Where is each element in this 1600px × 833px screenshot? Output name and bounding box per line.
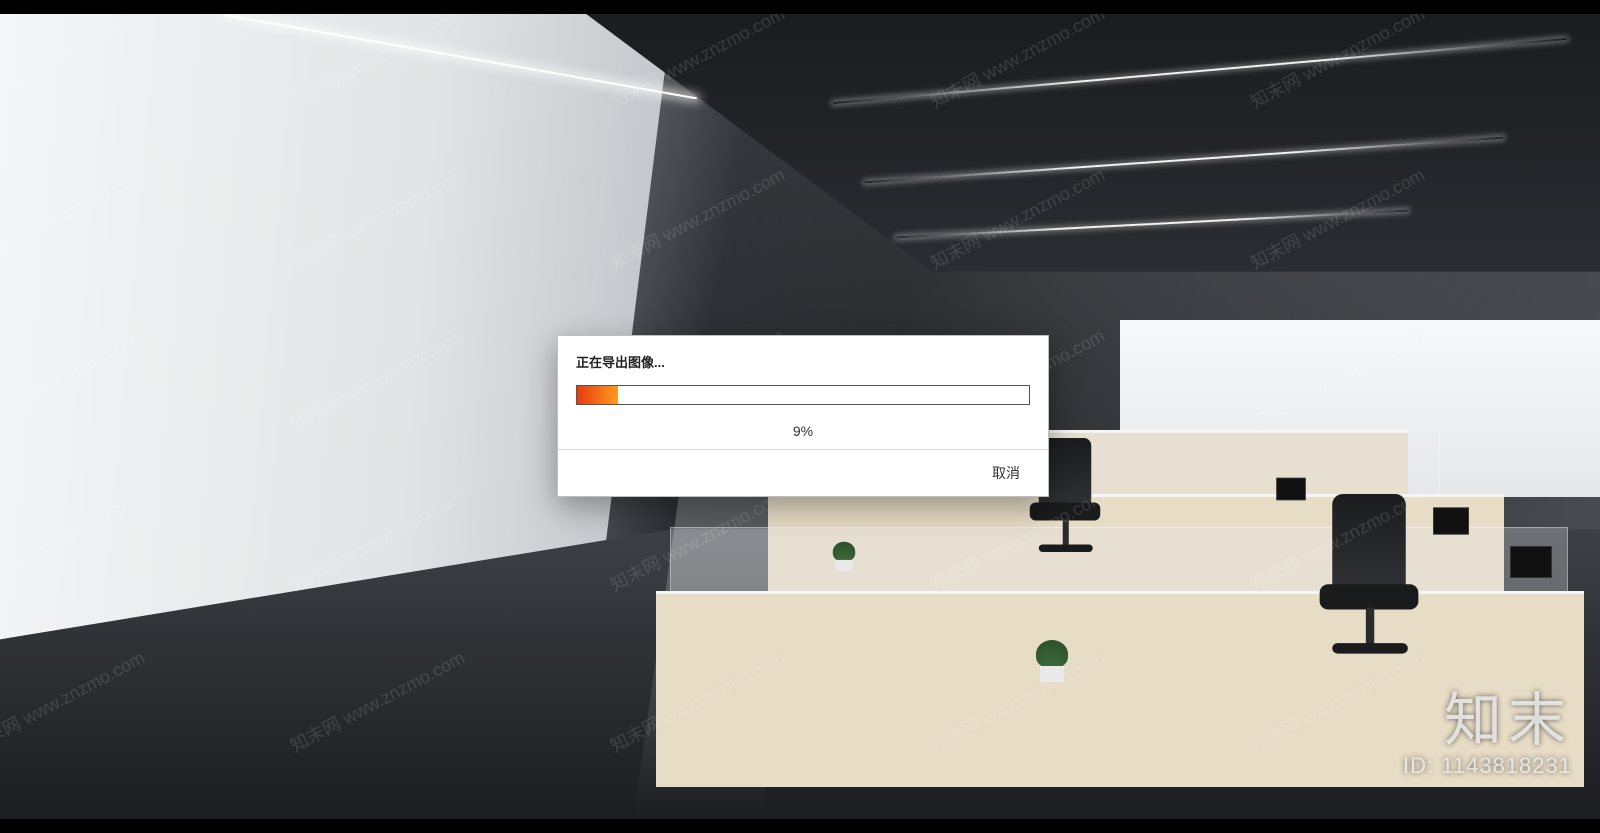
scene-monitor bbox=[1276, 478, 1305, 500]
brand-stamp: 知末 ID: 1143818231 bbox=[1403, 673, 1572, 779]
brand-logo-text: 知末 bbox=[1403, 673, 1572, 757]
scene-monitor bbox=[1510, 546, 1552, 578]
dialog-title: 正在导出图像... bbox=[576, 352, 1030, 371]
progress-bar-fill bbox=[577, 386, 618, 404]
letterbox-top bbox=[0, 0, 1600, 14]
brand-id-value: 1143818231 bbox=[1441, 753, 1572, 778]
brand-id-line: ID: 1143818231 bbox=[1403, 753, 1572, 779]
letterbox-bottom bbox=[0, 819, 1600, 833]
scene-plant bbox=[1032, 636, 1072, 682]
progress-percent-label: 9% bbox=[576, 423, 1030, 439]
dialog-body: 正在导出图像... 9% bbox=[558, 336, 1048, 449]
scene-monitor bbox=[1433, 508, 1469, 535]
brand-id-prefix: ID: bbox=[1403, 753, 1434, 778]
cancel-button[interactable]: 取消 bbox=[982, 462, 1030, 484]
scene-plant bbox=[830, 538, 858, 570]
progress-bar bbox=[576, 385, 1030, 405]
dialog-footer: 取消 bbox=[558, 449, 1048, 496]
export-progress-dialog: 正在导出图像... 9% 取消 bbox=[557, 335, 1049, 497]
scene-office-chair bbox=[1311, 494, 1427, 662]
